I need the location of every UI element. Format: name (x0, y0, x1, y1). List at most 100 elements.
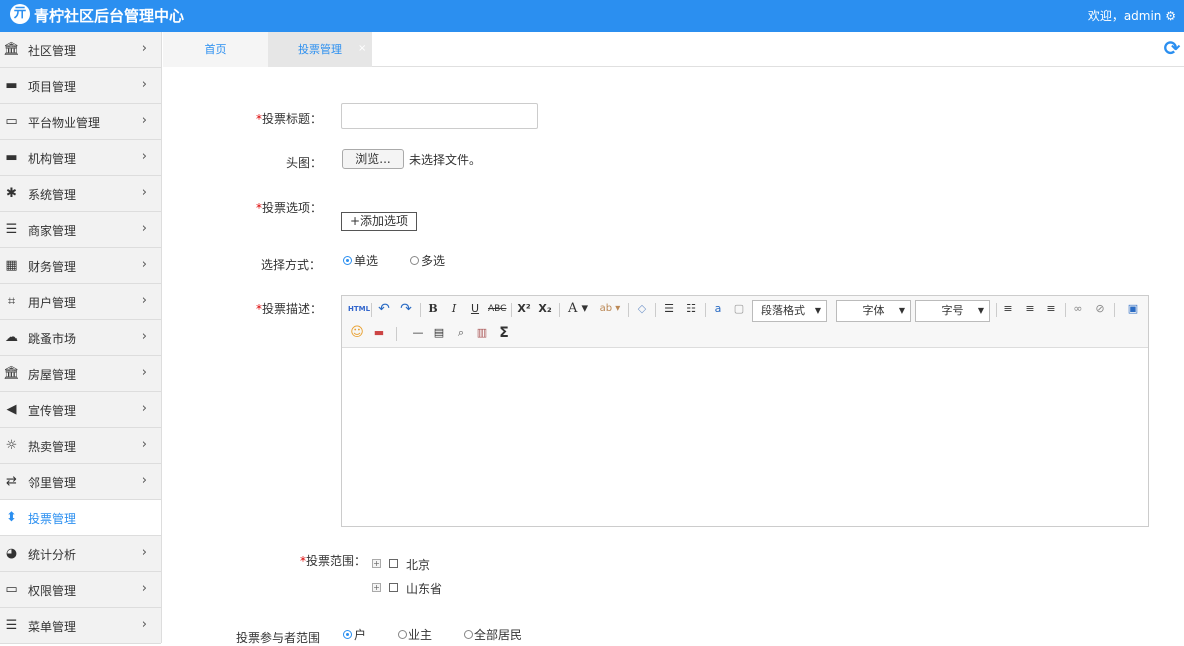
sidebar-item-label: 权限管理 (28, 584, 77, 598)
scope-checkbox-shandong[interactable] (389, 583, 398, 592)
add-option-button[interactable]: +添加选项 (341, 212, 417, 231)
sidebar-item[interactable]: ☰ 商家管理 › (0, 212, 161, 248)
chevron-right-icon: › (141, 77, 147, 92)
chevron-right-icon: › (141, 437, 147, 452)
close-icon[interactable]: × (358, 44, 366, 54)
refresh-icon[interactable]: ⟳ (1161, 37, 1183, 59)
participant-owner-radio[interactable] (398, 630, 407, 639)
volume-icon: ◀ (6, 402, 17, 417)
fullscreen-icon[interactable]: ▣ (1124, 300, 1142, 318)
font-family-select[interactable]: 字体 ▼ (836, 300, 911, 322)
vote-title-label: *投票标题： (256, 110, 322, 127)
sidebar-item-label: 热卖管理 (28, 440, 77, 454)
scope-node-shandong: 山东省 (406, 582, 443, 596)
preview-icon[interactable]: ⌕ (452, 324, 470, 342)
anchor-icon[interactable]: a (709, 300, 727, 318)
chevron-right-icon: › (141, 581, 147, 596)
ordered-list-icon[interactable]: ☰ (660, 300, 678, 318)
sidebar-item-label: 邻里管理 (28, 476, 77, 490)
editor-toolbar: HTML ↶ ↷ B I U ABC X² X₂ A ▾ ab ▾ ◇ ☰ ☷ … (342, 296, 1148, 348)
sidebar-item[interactable]: ▭ 平台物业管理 › (0, 104, 161, 140)
sidebar-item[interactable]: 🏛 房屋管理 › (0, 356, 161, 392)
eraser-icon[interactable]: ◇ (633, 300, 651, 318)
italic-icon[interactable]: I (445, 300, 463, 318)
emoticon-icon[interactable]: ☺ (348, 324, 366, 342)
participant-household-radio[interactable] (343, 630, 352, 639)
sidebar-item[interactable]: 🏛 社区管理 › (0, 32, 161, 68)
sidebar-item[interactable]: ▦ 财务管理 › (0, 248, 161, 284)
highlight-color-icon[interactable]: ab ▾ (596, 300, 624, 318)
tab-home[interactable]: 首页 (163, 32, 268, 67)
horizontal-rule-icon[interactable]: — (409, 324, 427, 342)
sidebar-item[interactable]: ⇄ 邻里管理 › (0, 464, 161, 500)
sidebar-item[interactable]: ▬ 机构管理 › (0, 140, 161, 176)
expand-icon[interactable]: + (372, 559, 381, 568)
cloud-icon: ☁ (5, 330, 18, 345)
font-color-icon[interactable]: A ▾ (564, 300, 592, 318)
html-source-icon[interactable]: HTML (348, 300, 370, 318)
logo-icon: 亓 (10, 4, 30, 24)
print-icon[interactable]: ▤ (430, 324, 448, 342)
sidebar-item[interactable]: ⌗ 用户管理 › (0, 284, 161, 320)
sidebar-item[interactable]: ✱ 系统管理 › (0, 176, 161, 212)
multi-choice-label: 多选 (421, 254, 446, 268)
no-file-text: 未选择文件。 (409, 153, 482, 167)
chevron-right-icon: › (141, 149, 147, 164)
toolbar-divider (396, 327, 397, 341)
sort-icon: ⬍ (6, 510, 17, 525)
expand-icon[interactable]: + (372, 583, 381, 592)
scope-checkbox-beijing[interactable] (389, 559, 398, 568)
superscript-icon[interactable]: X² (515, 300, 533, 318)
sidebar-item[interactable]: ▭ 权限管理 › (0, 572, 161, 608)
toolbar-divider (420, 303, 421, 317)
align-center-icon[interactable]: ≡ (1021, 300, 1039, 318)
user-menu[interactable]: 欢迎，admin ⚙ (1088, 7, 1176, 24)
sidebar-item[interactable]: ☼ 热卖管理 › (0, 428, 161, 464)
sidebar-item[interactable]: ☁ 跳蚤市场 › (0, 320, 161, 356)
chevron-right-icon: › (141, 257, 147, 272)
browse-button[interactable]: 浏览... (342, 149, 404, 169)
multi-choice-radio[interactable] (410, 256, 419, 265)
retweet-icon: ⇄ (6, 474, 17, 489)
sidebar: 🏛 社区管理 › ▬ 项目管理 › ▭ 平台物业管理 › ▬ 机构管理 › ✱ 系统管理 › ☰ 商家管理 › ▦ 财… (0, 32, 162, 644)
underline-icon[interactable]: U (466, 300, 484, 318)
bank-icon: 🏛 (3, 366, 20, 381)
sidebar-item[interactable]: ▬ 项目管理 › (0, 68, 161, 104)
template-icon[interactable]: ▥ (473, 324, 491, 342)
undo-icon[interactable]: ↶ (375, 300, 393, 318)
sidebar-item[interactable]: ⬍ 投票管理 (0, 500, 161, 536)
unlink-icon[interactable]: ⊘ (1091, 300, 1109, 318)
image-icon[interactable]: ▬ (370, 324, 388, 342)
align-right-icon[interactable]: ≡ (1042, 300, 1060, 318)
participant-all-radio[interactable] (464, 630, 473, 639)
monitor-icon: ▭ (5, 582, 18, 597)
sidebar-item[interactable]: ☰ 菜单管理 › (0, 608, 161, 644)
stripe-icon: ▬ (5, 150, 18, 165)
calculator-icon: ▦ (5, 258, 18, 273)
chevron-right-icon: › (141, 329, 147, 344)
subscript-icon[interactable]: X₂ (536, 300, 554, 318)
unordered-list-icon[interactable]: ☷ (682, 300, 700, 318)
tab-vote-management[interactable]: 投票管理 (268, 32, 372, 67)
paragraph-format-select[interactable]: 段落格式 ▼ (752, 300, 827, 322)
redo-icon[interactable]: ↷ (397, 300, 415, 318)
sidebar-item[interactable]: ◕ 统计分析 › (0, 536, 161, 572)
align-left-icon[interactable]: ≡ (999, 300, 1017, 318)
paste-text-icon[interactable]: ▢ (730, 300, 748, 318)
dropdown-arrow-icon: ▼ (814, 306, 821, 315)
sidebar-item[interactable]: ◀ 宣传管理 › (0, 392, 161, 428)
bold-icon[interactable]: B (424, 300, 442, 318)
sidebar-item-label: 用户管理 (28, 296, 77, 310)
formula-icon[interactable]: Σ (495, 324, 513, 342)
vote-title-input[interactable] (341, 103, 538, 129)
link-icon[interactable]: ∞ (1069, 300, 1087, 318)
toolbar-divider (996, 303, 997, 317)
vote-scope-label-text: 投票范围： (306, 554, 367, 568)
participant-owner-label: 业主 (408, 628, 433, 642)
single-choice-radio[interactable] (343, 256, 352, 265)
sidebar-item-label: 系统管理 (28, 188, 77, 202)
font-size-select[interactable]: 字号 ▼ (915, 300, 990, 322)
chevron-right-icon: › (141, 617, 147, 632)
participant-scope-label: 投票参与者范围 (236, 631, 321, 645)
strikethrough-icon[interactable]: ABC (488, 300, 506, 318)
